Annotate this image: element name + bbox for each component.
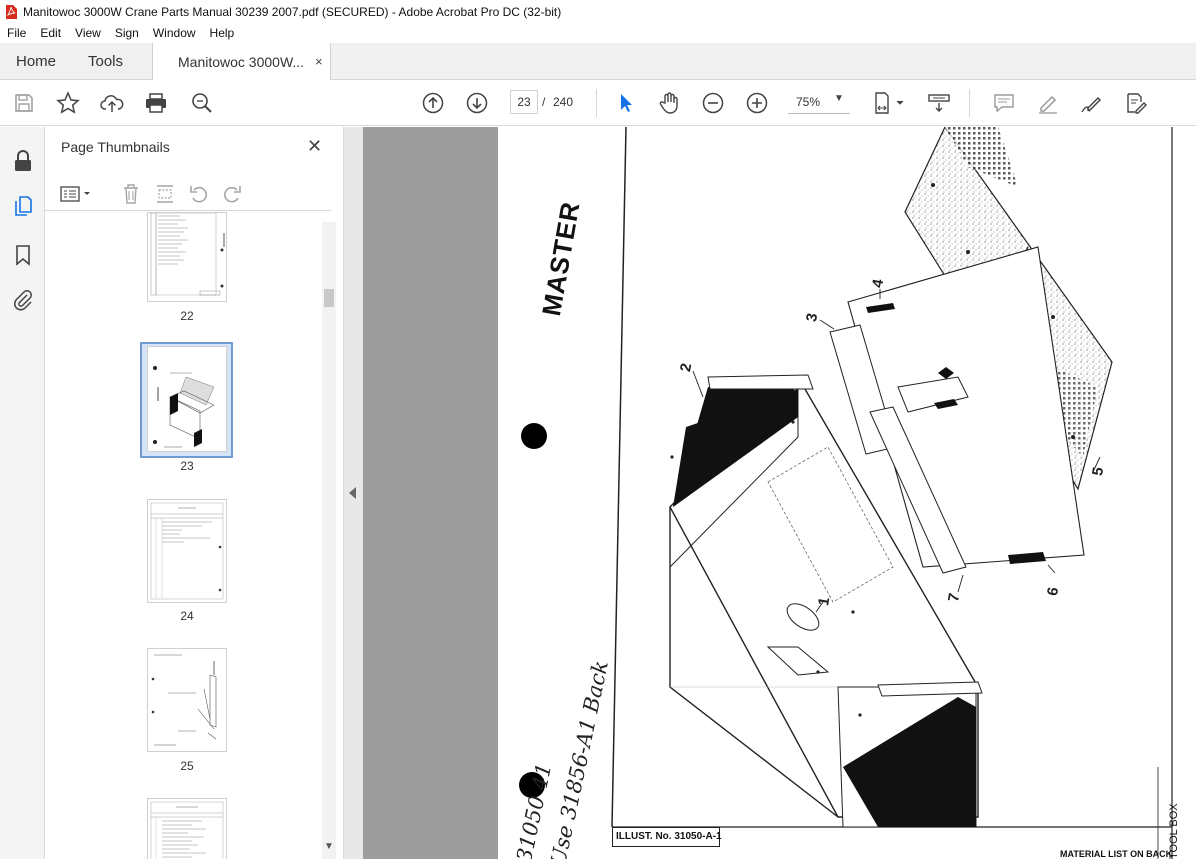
page-thumbnails-panel: Page Thumbnails ✕ 22 23 24 25 ▼ (45, 127, 344, 859)
panel-title: Page Thumbnails (61, 139, 170, 155)
tab-bar: Home Tools Manitowoc 3000W... × (0, 43, 1196, 80)
hand-tool-icon[interactable] (657, 91, 681, 115)
tab-tools[interactable]: Tools (88, 53, 123, 70)
menu-help[interactable]: Help (202, 26, 241, 40)
document-page[interactable]: MASTER 31050 41 Use 31856-A1 Back ILLUST… (498, 127, 1196, 859)
comment-icon[interactable] (992, 91, 1016, 115)
page-fit-icon[interactable] (872, 91, 908, 115)
attachments-paperclip-icon[interactable] (11, 288, 35, 312)
menu-view[interactable]: View (67, 26, 107, 40)
scroll-mode-icon[interactable] (927, 91, 951, 115)
fill-sign-icon[interactable] (1124, 91, 1148, 115)
thumbnail-page-number: 22 (180, 309, 194, 323)
illustration-number-label: ILLUST. No. 31050-A-1 (612, 827, 722, 847)
thumbnail-scrollbar[interactable] (322, 222, 336, 859)
menu-sign[interactable]: Sign (107, 26, 145, 40)
save-icon[interactable] (12, 91, 36, 115)
draw-sign-icon[interactable] (1080, 91, 1104, 115)
page-separator: / (542, 95, 546, 109)
rotate-clockwise-icon[interactable] (221, 183, 243, 205)
close-tab-icon[interactable]: × (315, 54, 323, 69)
zoom-in-icon[interactable] (745, 91, 769, 115)
thumbnail-page-23[interactable] (147, 346, 227, 452)
thumbnail-options-icon[interactable] (59, 183, 93, 205)
material-list-note: MATERIAL LIST ON BACK (1060, 849, 1173, 859)
tab-home[interactable]: Home (16, 53, 56, 70)
menu-bar: File Edit View Sign Window Help (0, 23, 1196, 43)
delete-page-icon[interactable] (120, 183, 142, 205)
lock-icon[interactable] (11, 149, 35, 173)
tool-box-illustration (519, 127, 1173, 859)
zoom-level-value: 75% (796, 95, 821, 109)
thumbnail-list: 22 23 24 25 (45, 212, 321, 859)
previous-page-icon[interactable] (421, 91, 445, 115)
thumbnail-page-25[interactable] (147, 648, 227, 752)
select-tool-icon[interactable] (613, 91, 637, 115)
thumbnail-page-number: 25 (180, 759, 194, 773)
toolbar-divider (969, 89, 970, 117)
title-bar: Manitowoc 3000W Crane Parts Manual 30239… (0, 0, 1196, 23)
thumbnail-page-24[interactable] (147, 499, 227, 603)
next-page-icon[interactable] (465, 91, 489, 115)
zoom-out-icon[interactable] (701, 91, 725, 115)
close-panel-icon[interactable]: ✕ (307, 136, 322, 157)
document-tab-label: Manitowoc 3000W... (178, 54, 305, 70)
bookmarks-icon[interactable] (11, 243, 35, 267)
rotate-counterclockwise-icon[interactable] (188, 183, 210, 205)
tab-document[interactable]: Manitowoc 3000W... × (152, 43, 331, 80)
thumbnail-page-number: 24 (180, 609, 194, 623)
page-number-input[interactable]: 23 (510, 90, 538, 114)
find-text-icon[interactable] (190, 91, 214, 115)
thumbnail-toolbar (45, 175, 331, 211)
left-navigation-rail (0, 127, 45, 859)
highlight-pen-icon[interactable] (1036, 91, 1060, 115)
thumbnail-page-22[interactable] (147, 212, 227, 302)
toolbar-divider (596, 89, 597, 117)
window-title: Manitowoc 3000W Crane Parts Manual 30239… (23, 4, 562, 19)
thumbnail-page-26[interactable] (147, 798, 227, 859)
main-toolbar (0, 80, 1196, 126)
scrollbar-thumb[interactable] (324, 289, 334, 307)
chevron-down-icon: ▼ (834, 93, 844, 104)
thumbnail-page-number: 23 (180, 459, 194, 473)
acrobat-app-icon (6, 4, 17, 19)
zoom-level-dropdown[interactable]: 75% ▼ (788, 90, 850, 114)
menu-file[interactable]: File (0, 26, 32, 40)
menu-edit[interactable]: Edit (32, 26, 67, 40)
page-thumbnails-icon[interactable] (11, 194, 35, 218)
print-icon[interactable] (144, 91, 168, 115)
menu-window[interactable]: Window (145, 26, 202, 40)
collapse-panel-arrow-icon[interactable] (349, 487, 356, 499)
upload-cloud-icon[interactable] (100, 91, 124, 115)
tool-box-side-label: TOOL BOX (1168, 803, 1180, 859)
bookmark-star-icon[interactable] (56, 91, 80, 115)
scroll-down-arrow-icon[interactable]: ▼ (322, 840, 336, 854)
extract-page-icon[interactable] (154, 183, 176, 205)
document-viewer-background (363, 127, 498, 859)
total-pages: 240 (553, 95, 574, 109)
